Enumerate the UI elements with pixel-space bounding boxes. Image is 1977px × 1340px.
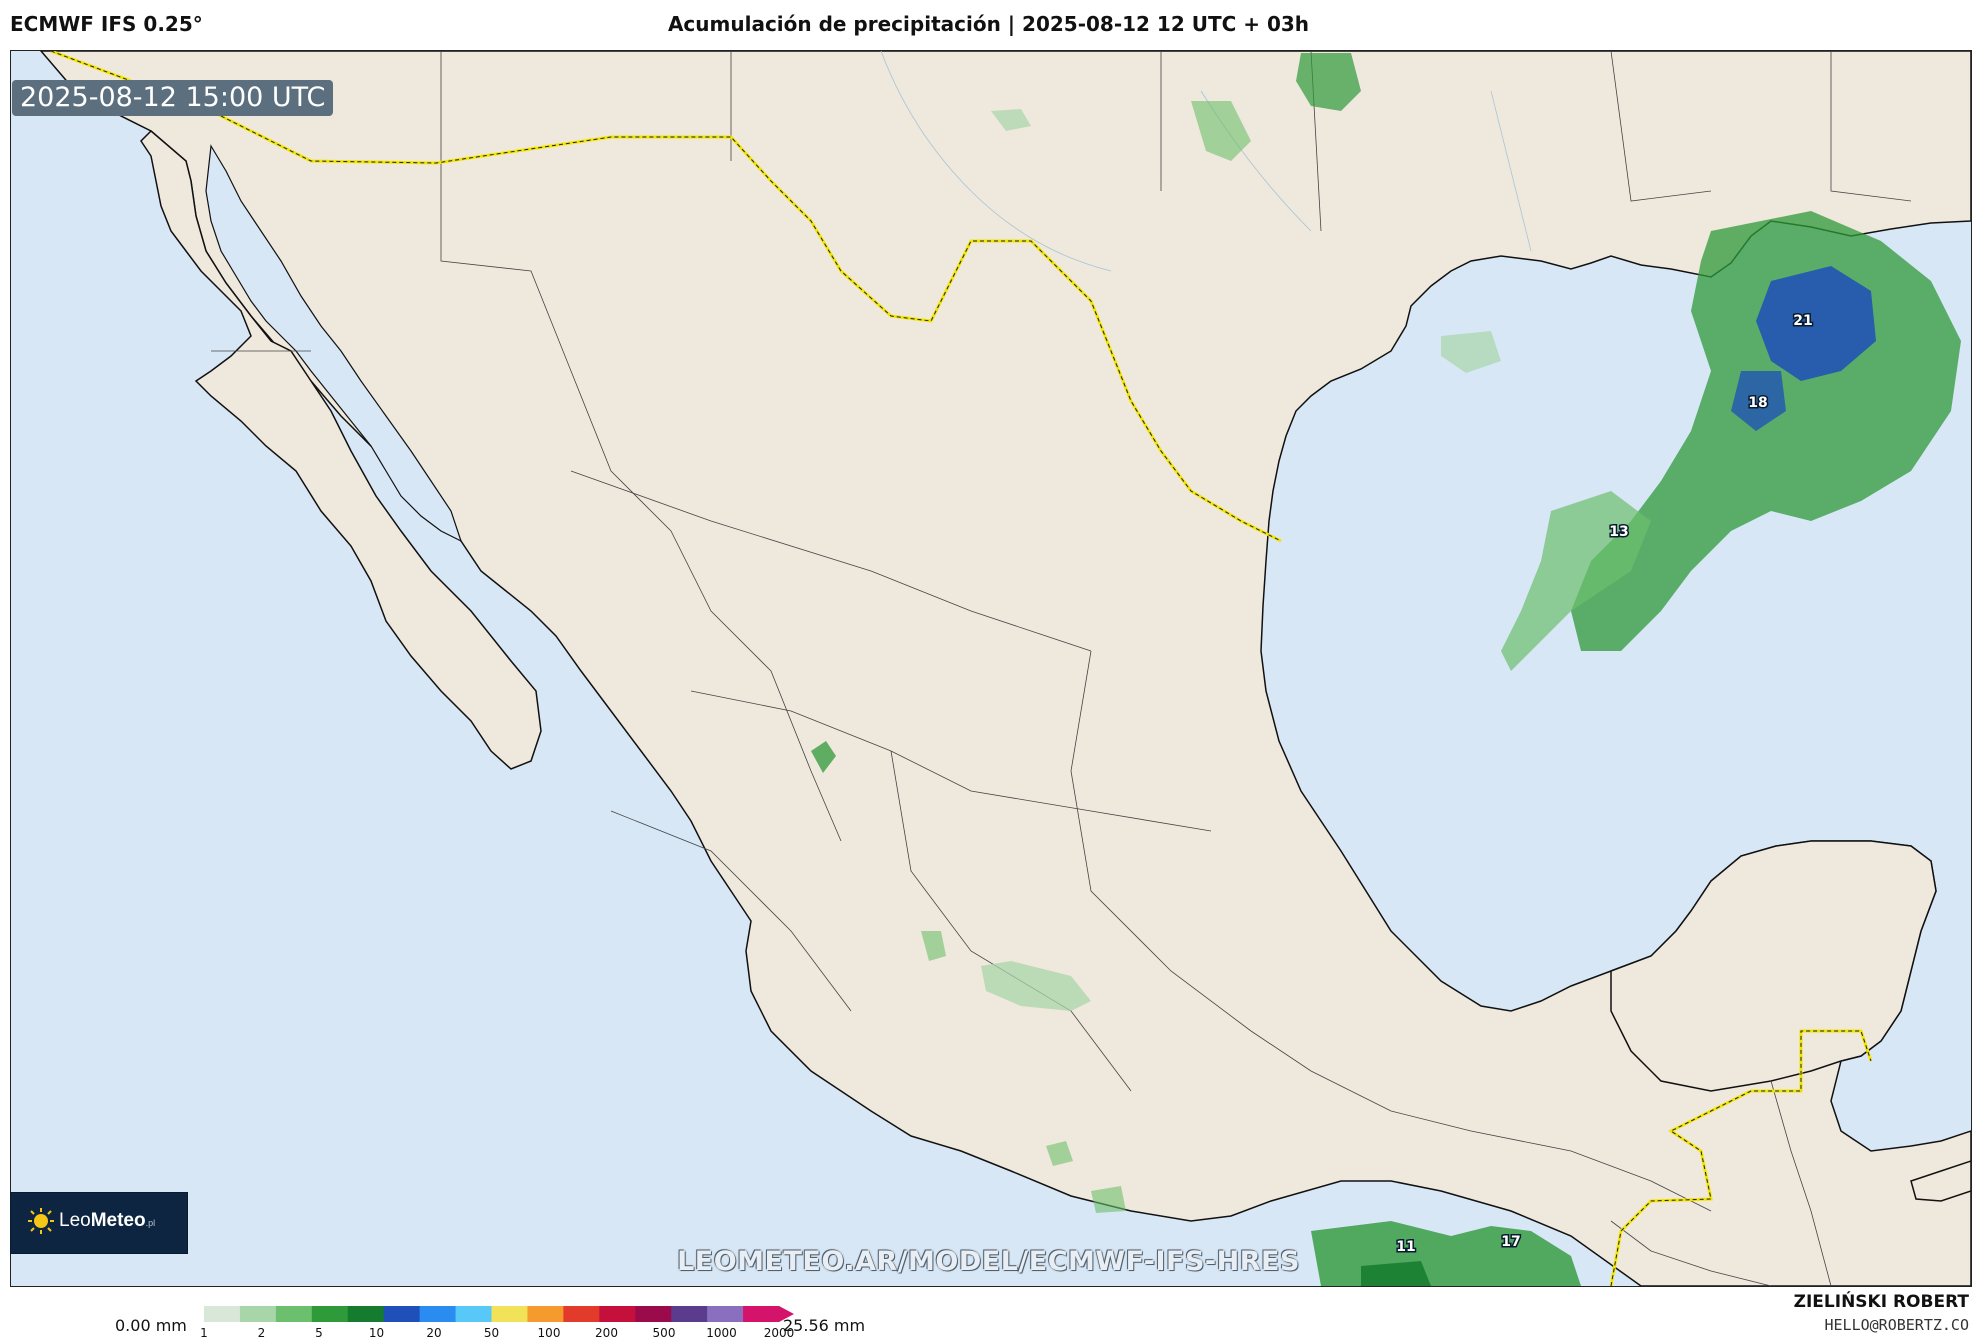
valid-time-badge: 2025-08-12 15:00 UTC bbox=[12, 80, 334, 116]
colorbar-tick-label: 2 bbox=[257, 1326, 266, 1340]
logo-text: LeoMeteo.pl bbox=[59, 1210, 156, 1231]
max-label-13: 13 bbox=[1609, 524, 1628, 540]
precipitation-map[interactable]: 21 18 13 11 17 bbox=[10, 50, 1972, 1287]
author-email[interactable]: HELLO@ROBERTZ.CO bbox=[1825, 1316, 1970, 1334]
colorbar-segment bbox=[671, 1306, 708, 1322]
colorbar-tick-label: 1 bbox=[200, 1326, 208, 1340]
colorbar-ticks: 1 2 5 10 20 50 100 200 500 1000 2000 bbox=[200, 1326, 794, 1340]
colorbar-segment bbox=[707, 1306, 744, 1322]
colorbar-tick-label: 200 bbox=[595, 1326, 618, 1340]
source-url-watermark: LEOMETEO.AR/MODEL/ECMWF-IFS-HRES bbox=[677, 1246, 1300, 1277]
colorbar-segment bbox=[239, 1306, 277, 1322]
colorbar-tick-label: 20 bbox=[426, 1326, 442, 1340]
max-label-21: 21 bbox=[1793, 313, 1812, 329]
colorbar-segment bbox=[383, 1306, 421, 1322]
colorbar-segment bbox=[563, 1306, 600, 1322]
colorbar-max-label: 25.56 mm bbox=[783, 1316, 866, 1335]
colorbar-tick-label: 50 bbox=[483, 1326, 500, 1340]
colorbar-segment bbox=[347, 1306, 385, 1322]
colorbar-segment bbox=[419, 1306, 457, 1322]
colorbar-segment bbox=[743, 1306, 780, 1322]
leometeo-logo[interactable]: LeoMeteo.pl bbox=[10, 1192, 188, 1254]
colorbar-tick-label: 100 bbox=[537, 1326, 561, 1340]
colorbar-min-label: 0.00 mm bbox=[115, 1316, 187, 1335]
colorbar-tick-label: 1000 bbox=[706, 1326, 737, 1340]
colorbar-tick-label: 10 bbox=[368, 1326, 385, 1340]
colorbar-segment bbox=[311, 1306, 349, 1322]
colorbar-segment bbox=[455, 1306, 492, 1322]
colorbar bbox=[204, 1306, 794, 1322]
sun-icon bbox=[28, 1208, 54, 1234]
colorbar-tick-label: 500 bbox=[652, 1326, 676, 1340]
colorbar-tick-label: 2000 bbox=[763, 1326, 795, 1340]
colorbar-segment bbox=[204, 1306, 241, 1322]
colorbar-segment bbox=[275, 1306, 313, 1322]
colorbar-tick-label: 5 bbox=[315, 1326, 323, 1340]
colorbar-segment bbox=[599, 1306, 636, 1322]
colorbar-segment bbox=[635, 1306, 672, 1322]
max-label-18: 18 bbox=[1748, 395, 1767, 411]
map-canvas: 21 18 13 11 17 bbox=[11, 51, 1971, 1286]
colorbar-segment bbox=[491, 1306, 528, 1322]
map-title: Acumulación de precipitación | 2025-08-1… bbox=[667, 12, 1310, 36]
author-name: ZIELIŃSKI ROBERT bbox=[1793, 1292, 1969, 1312]
colorbar-segment bbox=[527, 1306, 564, 1322]
